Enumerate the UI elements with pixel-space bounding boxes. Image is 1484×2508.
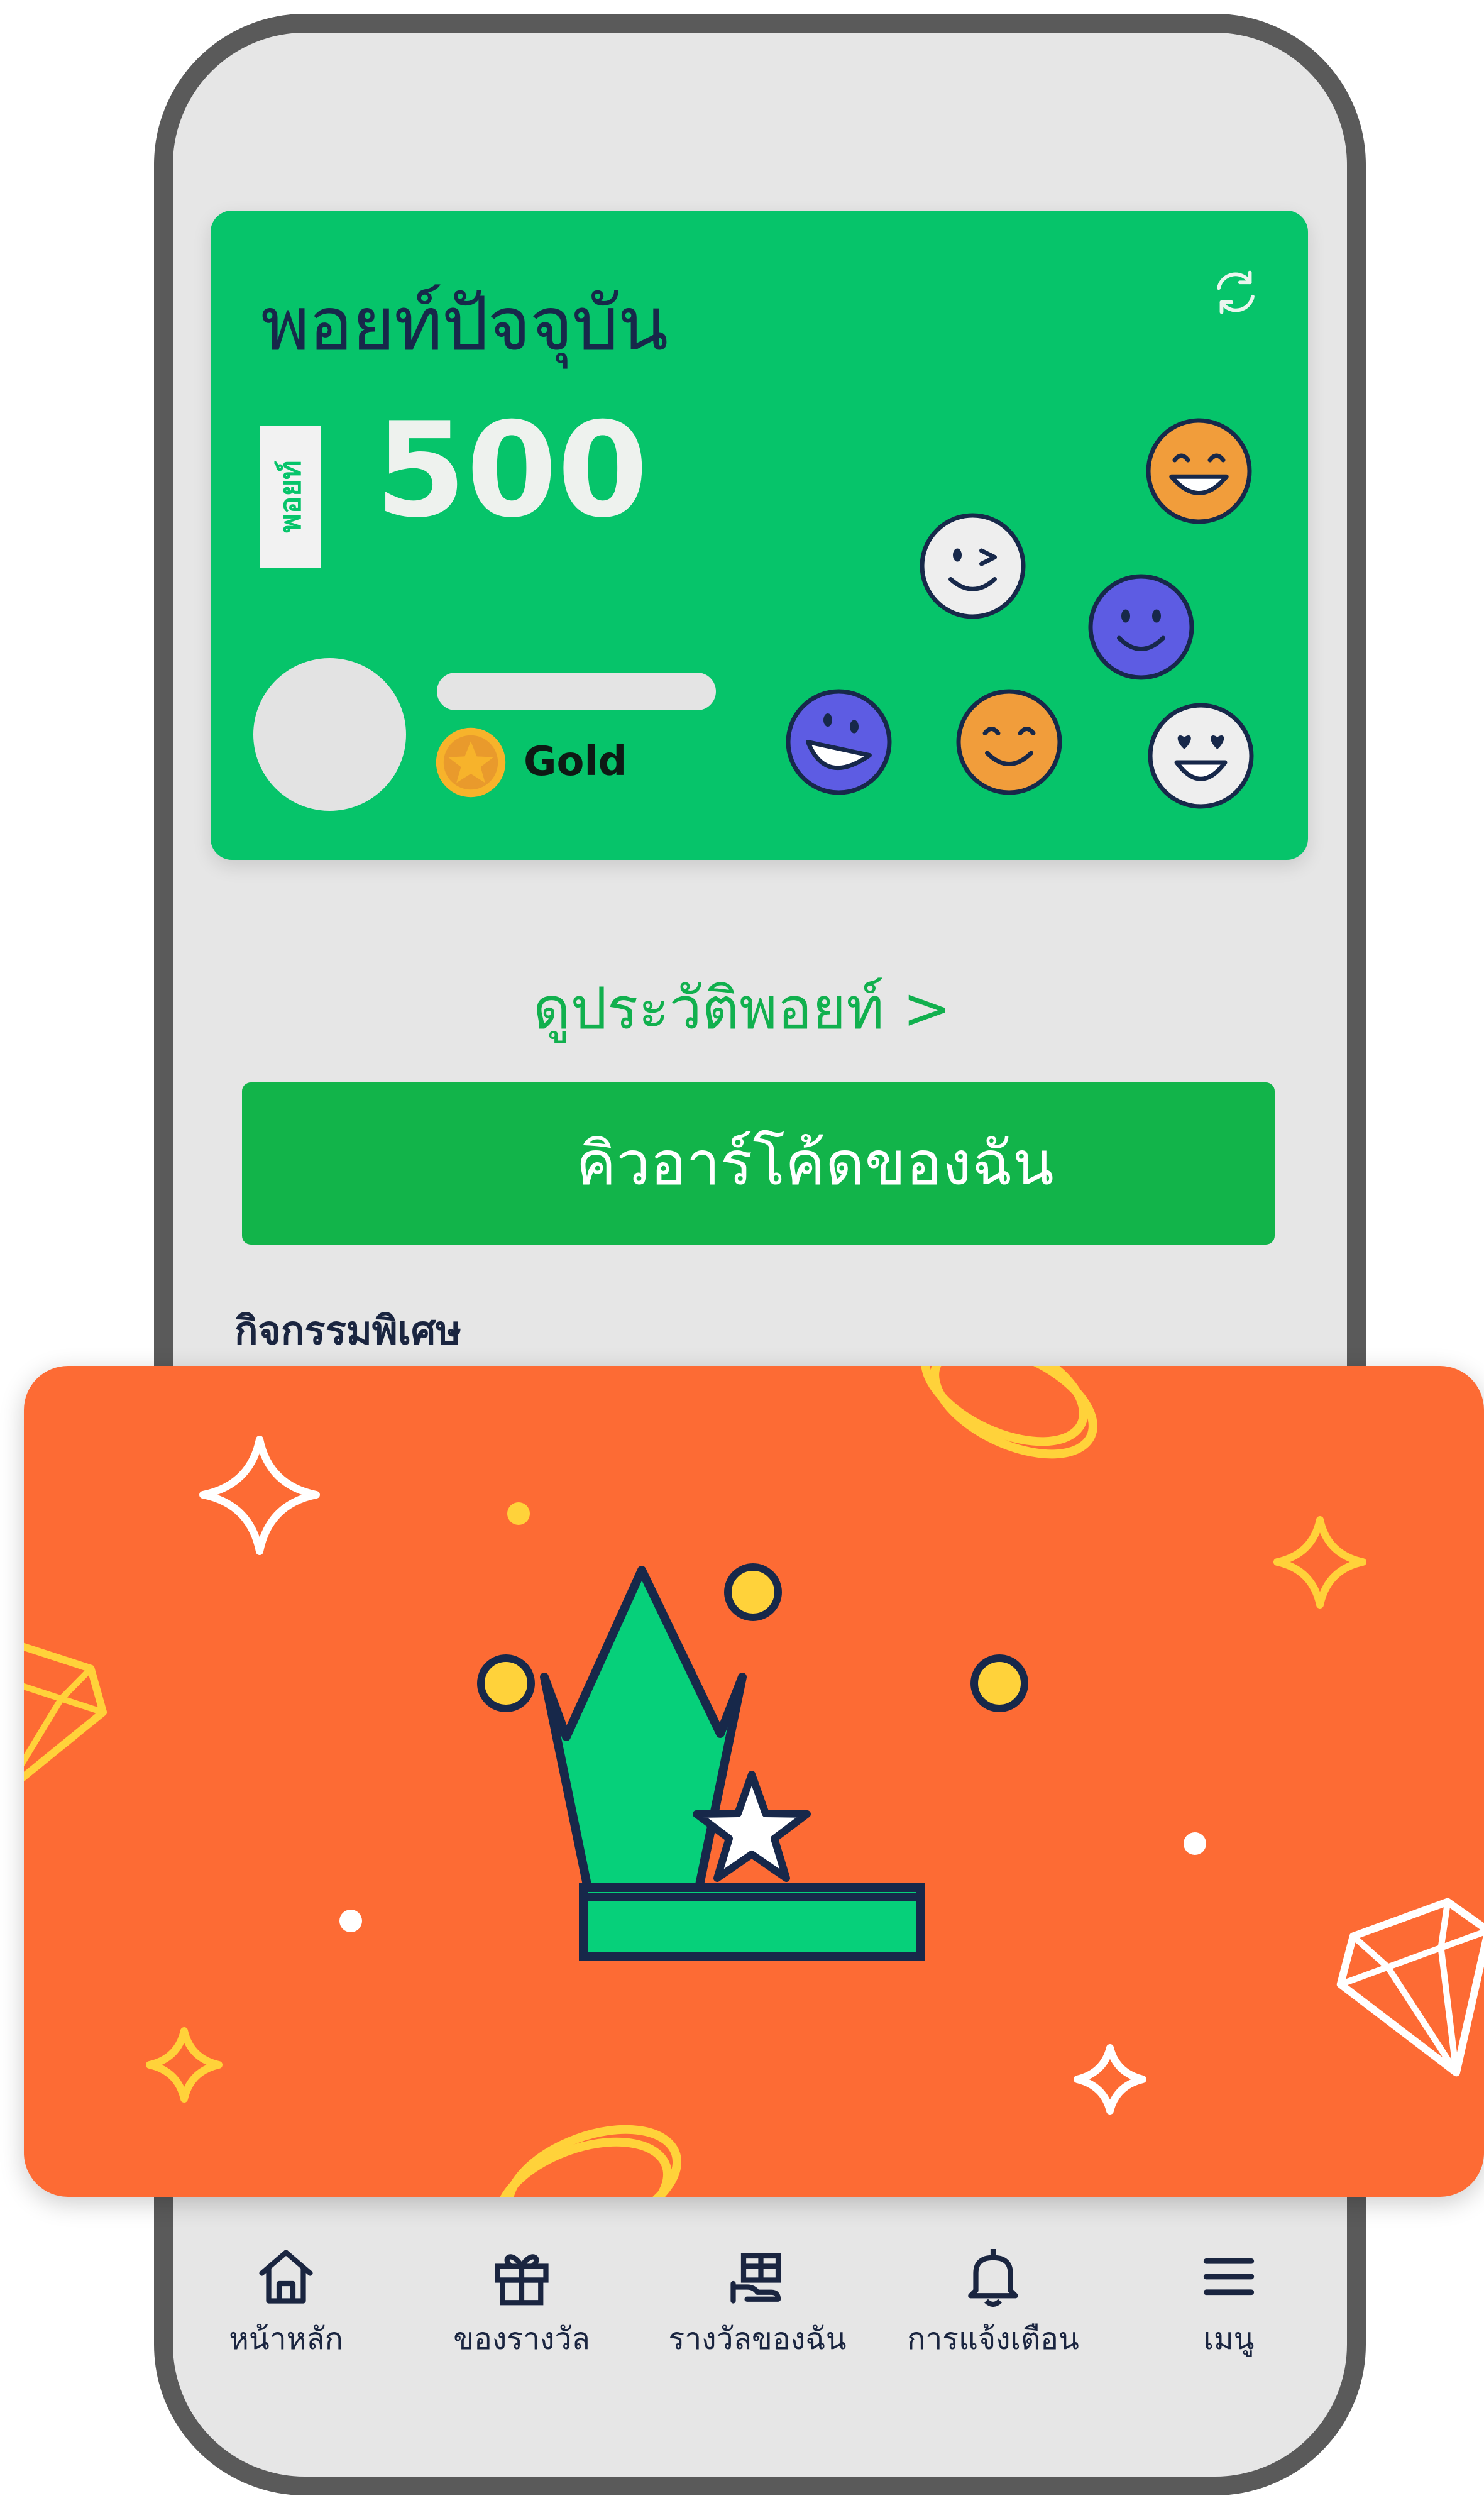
- refresh-icon[interactable]: [1207, 264, 1264, 321]
- points-value: 500: [375, 395, 649, 547]
- happy-emoji-icon: [956, 689, 1062, 795]
- nav-item-my-rewards[interactable]: รางวัลของฉัน: [644, 2242, 871, 2363]
- menu-icon: [1203, 2258, 1255, 2296]
- grin-emoji-icon: [1146, 418, 1252, 524]
- points-badge-label: พอยท์: [273, 460, 307, 533]
- bottom-nav: หน้าหลัก ของรางวัล รางวัลของฉัน การแจ้งเ…: [173, 2242, 1346, 2374]
- point-history-link[interactable]: ดูประวัติพอยท์ >: [0, 962, 1484, 1054]
- nav-item-home[interactable]: หน้าหลัก: [173, 2242, 399, 2363]
- tier-label: Gold: [524, 739, 627, 785]
- gift-icon: [495, 2254, 549, 2306]
- my-qr-code-button[interactable]: คิวอาร์โค้ดของฉัน: [242, 1082, 1275, 1245]
- points-card: พอยท์ปัจจุบัน พอยท์ 500 Gold: [211, 211, 1308, 860]
- crown-banner-illustration: [24, 1366, 1484, 2197]
- special-activity-banner[interactable]: [24, 1366, 1484, 2197]
- nav-item-rewards[interactable]: ของรางวัล: [409, 2242, 635, 2363]
- points-card-title: พอยท์ปัจจุบัน: [261, 280, 668, 367]
- points-badge: พอยท์: [260, 426, 321, 568]
- nav-label-home: หน้าหลัก: [229, 2321, 343, 2357]
- nav-label-notifications: การแจ้งเตือน: [907, 2321, 1079, 2357]
- nav-label-rewards: ของรางวัล: [453, 2321, 590, 2357]
- bell-icon: [968, 2249, 1018, 2307]
- my-qr-code-label: คิวอาร์โค้ดของฉัน: [576, 1128, 1054, 1199]
- nav-item-menu[interactable]: เมนู: [1116, 2242, 1342, 2363]
- smile-emoji-icon: [1088, 574, 1194, 680]
- nav-label-my-rewards: รางวัลของฉัน: [668, 2321, 847, 2357]
- wink-emoji-icon: [920, 513, 1026, 619]
- laugh-emoji-icon: [786, 689, 892, 795]
- gold-tier-star-icon: [436, 727, 506, 798]
- home-icon: [259, 2250, 313, 2304]
- nav-item-notifications[interactable]: การแจ้งเตือน: [880, 2242, 1106, 2363]
- heart-eyes-emoji-icon: [1148, 703, 1254, 809]
- user-name-placeholder: [437, 673, 716, 710]
- special-activities-title: กิจกรรมพิเศษ: [234, 1307, 462, 1353]
- nav-label-menu: เมนู: [1203, 2321, 1255, 2357]
- reward-hand-icon: [730, 2253, 781, 2304]
- avatar: [253, 658, 406, 811]
